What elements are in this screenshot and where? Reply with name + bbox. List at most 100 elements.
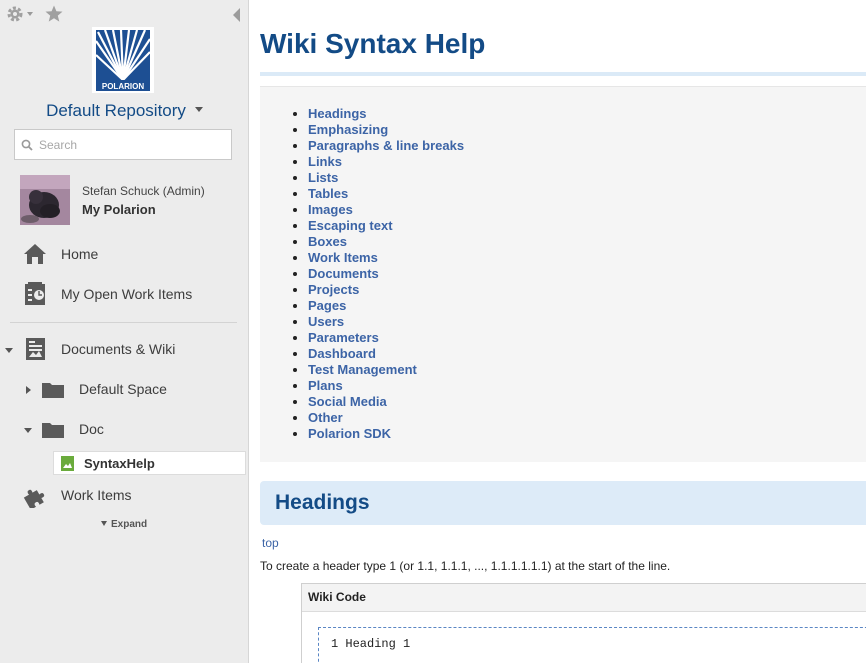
settings-gear-icon[interactable]: [5, 4, 25, 24]
home-icon: [24, 244, 46, 264]
toc-link[interactable]: Tables: [308, 186, 348, 201]
title-underline: [260, 72, 866, 76]
toc-link[interactable]: Work Items: [308, 250, 378, 265]
toc-item: Documents: [308, 266, 464, 282]
main-content: Wiki Syntax Help HeadingsEmphasizingPara…: [250, 0, 866, 663]
toc-list: HeadingsEmphasizingParagraphs & line bre…: [308, 106, 464, 442]
repository-name: Default Repository: [46, 101, 186, 120]
toc-item: Plans: [308, 378, 464, 394]
toc-link[interactable]: Emphasizing: [308, 122, 388, 137]
expand-arrow-icon: [101, 520, 107, 526]
table-of-contents: HeadingsEmphasizingParagraphs & line bre…: [260, 86, 866, 462]
nav-default-space[interactable]: Default Space: [40, 373, 240, 407]
toc-link[interactable]: Pages: [308, 298, 346, 313]
toc-item: Tables: [308, 186, 464, 202]
section-description: To create a header type 1 (or 1.1, 1.1.1…: [260, 559, 671, 573]
toc-link[interactable]: Other: [308, 410, 343, 425]
toc-link[interactable]: Escaping text: [308, 218, 393, 233]
folder-icon: [42, 383, 64, 398]
nav-syntax-help-label: SyntaxHelp: [84, 456, 155, 471]
chevron-down-icon: [194, 107, 203, 113]
toc-link[interactable]: Images: [308, 202, 353, 217]
toc-link[interactable]: Headings: [308, 106, 367, 121]
toc-link[interactable]: Plans: [308, 378, 343, 393]
search-box[interactable]: [14, 129, 232, 160]
search-input[interactable]: [39, 136, 224, 154]
nav-default-space-label: Default Space: [79, 381, 167, 397]
puzzle-icon: [23, 489, 45, 508]
expanded-arrow-icon[interactable]: [5, 348, 13, 353]
nav-documents-wiki-label: Documents & Wiki: [61, 341, 176, 357]
code-sample-text: 1 Heading 1: [331, 637, 411, 651]
polarion-logo[interactable]: POLARION: [92, 27, 154, 93]
toc-item: Pages: [308, 298, 464, 314]
documents-wiki-icon: [26, 338, 45, 360]
toc-link[interactable]: Parameters: [308, 330, 379, 345]
toc-item: Headings: [308, 106, 464, 122]
page-title: Wiki Syntax Help: [260, 28, 486, 59]
sidebar-divider: [10, 322, 237, 323]
toc-link[interactable]: Dashboard: [308, 346, 376, 361]
toc-link[interactable]: Lists: [308, 170, 338, 185]
toc-item: Test Management: [308, 362, 464, 378]
toc-item: Boxes: [308, 234, 464, 250]
toc-item: Dashboard: [308, 346, 464, 362]
expand-toggle[interactable]: Expand: [101, 519, 147, 530]
section-heading: Headings: [275, 491, 370, 514]
nav-doc[interactable]: Doc: [40, 413, 240, 447]
toc-item: Escaping text: [308, 218, 464, 234]
sidebar: POLARION Default Repository Stefan Schuc…: [0, 0, 249, 663]
toc-link[interactable]: Projects: [308, 282, 359, 297]
nav-work-items[interactable]: Work Items: [20, 479, 240, 513]
toc-item: Other: [308, 410, 464, 426]
collapsed-arrow-icon[interactable]: [26, 386, 31, 394]
svg-text:POLARION: POLARION: [102, 82, 144, 91]
nav-open-work-items[interactable]: My Open Work Items: [20, 278, 240, 312]
user-name: Stefan Schuck (Admin): [82, 184, 205, 198]
nav-work-items-label: Work Items: [61, 487, 132, 503]
toc-link[interactable]: Documents: [308, 266, 379, 281]
toc-item: Projects: [308, 282, 464, 298]
expand-label: Expand: [111, 519, 148, 530]
toc-item: Social Media: [308, 394, 464, 410]
expanded-arrow-icon[interactable]: [24, 428, 32, 433]
sidebar-toolbar: [0, 0, 249, 30]
settings-caret-icon[interactable]: [27, 12, 33, 16]
wiki-code-box: Wiki Code 1 Heading 1: [301, 583, 866, 663]
nav-home-label: Home: [61, 246, 99, 262]
toc-item: Paragraphs & line breaks: [308, 138, 464, 154]
code-box-title: Wiki Code: [308, 590, 366, 604]
nav-documents-wiki[interactable]: Documents & Wiki: [20, 333, 240, 367]
favorites-star-icon[interactable]: [44, 4, 64, 24]
nav-syntax-help[interactable]: SyntaxHelp: [53, 451, 246, 475]
top-link[interactable]: top: [262, 536, 279, 550]
toc-item: Images: [308, 202, 464, 218]
folder-icon: [42, 423, 64, 438]
toc-link[interactable]: Test Management: [308, 362, 417, 377]
collapse-sidebar-icon[interactable]: [233, 8, 240, 22]
toc-item: Links: [308, 154, 464, 170]
nav-home[interactable]: Home: [20, 238, 240, 272]
user-avatar[interactable]: [20, 175, 70, 225]
search-icon: [21, 139, 33, 151]
toc-link[interactable]: Boxes: [308, 234, 347, 249]
code-box-header: Wiki Code: [302, 584, 866, 612]
nav-open-work-items-label: My Open Work Items: [61, 286, 193, 302]
nav-doc-label: Doc: [79, 421, 104, 437]
my-polarion-link[interactable]: My Polarion: [82, 202, 156, 217]
section-header: Headings: [260, 481, 866, 525]
repository-selector[interactable]: Default Repository: [0, 101, 249, 121]
toc-link[interactable]: Paragraphs & line breaks: [308, 138, 464, 153]
toc-item: Lists: [308, 170, 464, 186]
toc-item: Users: [308, 314, 464, 330]
toc-link[interactable]: Social Media: [308, 394, 387, 409]
toc-link[interactable]: Users: [308, 314, 344, 329]
toc-item: Parameters: [308, 330, 464, 346]
toc-item: Polarion SDK: [308, 426, 464, 442]
toc-link[interactable]: Links: [308, 154, 342, 169]
toc-link[interactable]: Polarion SDK: [308, 426, 391, 441]
work-items-list-icon: [25, 282, 45, 305]
wiki-page-icon: [61, 456, 74, 471]
toc-item: Emphasizing: [308, 122, 464, 138]
code-sample-area[interactable]: 1 Heading 1: [318, 627, 866, 663]
